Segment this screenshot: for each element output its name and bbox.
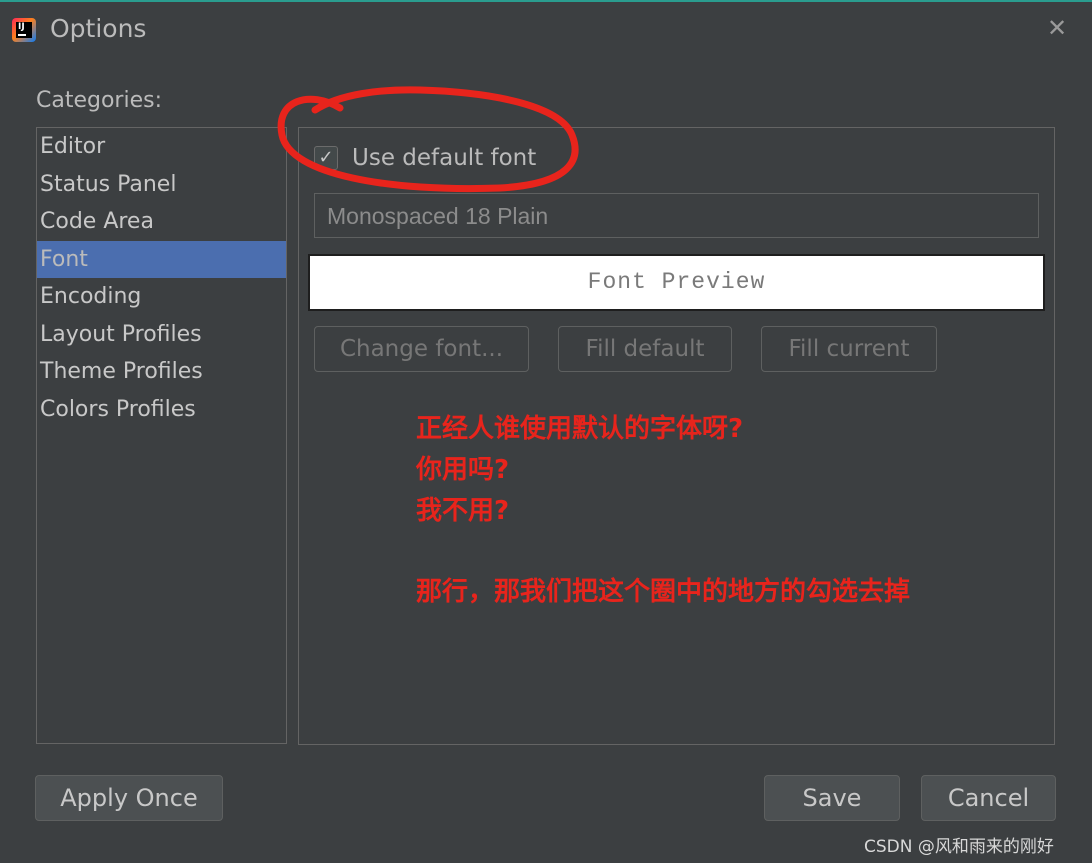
annotation-line-4: 那行，那我们把这个圈中的地方的勾选去掉 — [416, 577, 911, 607]
apply-once-button[interactable]: Apply Once — [35, 775, 223, 821]
close-icon[interactable]: ✕ — [1043, 14, 1071, 42]
font-name-field[interactable]: Monospaced 18 Plain — [314, 193, 1039, 238]
categories-list[interactable]: Editor Status Panel Code Area Font Encod… — [36, 127, 287, 744]
category-item-encoding[interactable]: Encoding — [37, 278, 286, 316]
window-title: Options — [50, 14, 147, 43]
fill-current-button[interactable]: Fill current — [761, 326, 937, 372]
category-item-font[interactable]: Font — [37, 240, 286, 278]
fill-default-button[interactable]: Fill default — [558, 326, 732, 372]
annotation-line-2: 你用吗? — [416, 455, 510, 485]
font-preview-box: Font Preview — [308, 254, 1045, 311]
annotation-line-1: 正经人谁使用默认的字体呀? — [416, 414, 744, 444]
category-item-code-area[interactable]: Code Area — [37, 203, 286, 241]
annotation-line-3: 我不用? — [416, 496, 510, 526]
save-button[interactable]: Save — [764, 775, 900, 821]
csdn-watermark: CSDN @风和雨来的刚好 — [864, 837, 1054, 857]
category-item-editor[interactable]: Editor — [37, 128, 286, 166]
app-icon-text: IJ — [18, 22, 25, 32]
category-item-status-panel[interactable]: Status Panel — [37, 166, 286, 204]
use-default-font-row[interactable]: ✓ Use default font — [314, 140, 536, 176]
cancel-button[interactable]: Cancel — [921, 775, 1056, 821]
change-font-button[interactable]: Change font... — [314, 326, 529, 372]
category-item-colors-profiles[interactable]: Colors Profiles — [37, 391, 286, 429]
use-default-font-label[interactable]: Use default font — [352, 145, 536, 171]
categories-label: Categories: — [36, 88, 162, 113]
category-item-theme-profiles[interactable]: Theme Profiles — [37, 353, 286, 391]
title-bar: IJ Options ✕ — [0, 2, 1092, 58]
use-default-font-checkbox[interactable]: ✓ — [314, 146, 338, 170]
intellij-app-icon: IJ — [12, 18, 36, 42]
category-item-layout-profiles[interactable]: Layout Profiles — [37, 316, 286, 354]
